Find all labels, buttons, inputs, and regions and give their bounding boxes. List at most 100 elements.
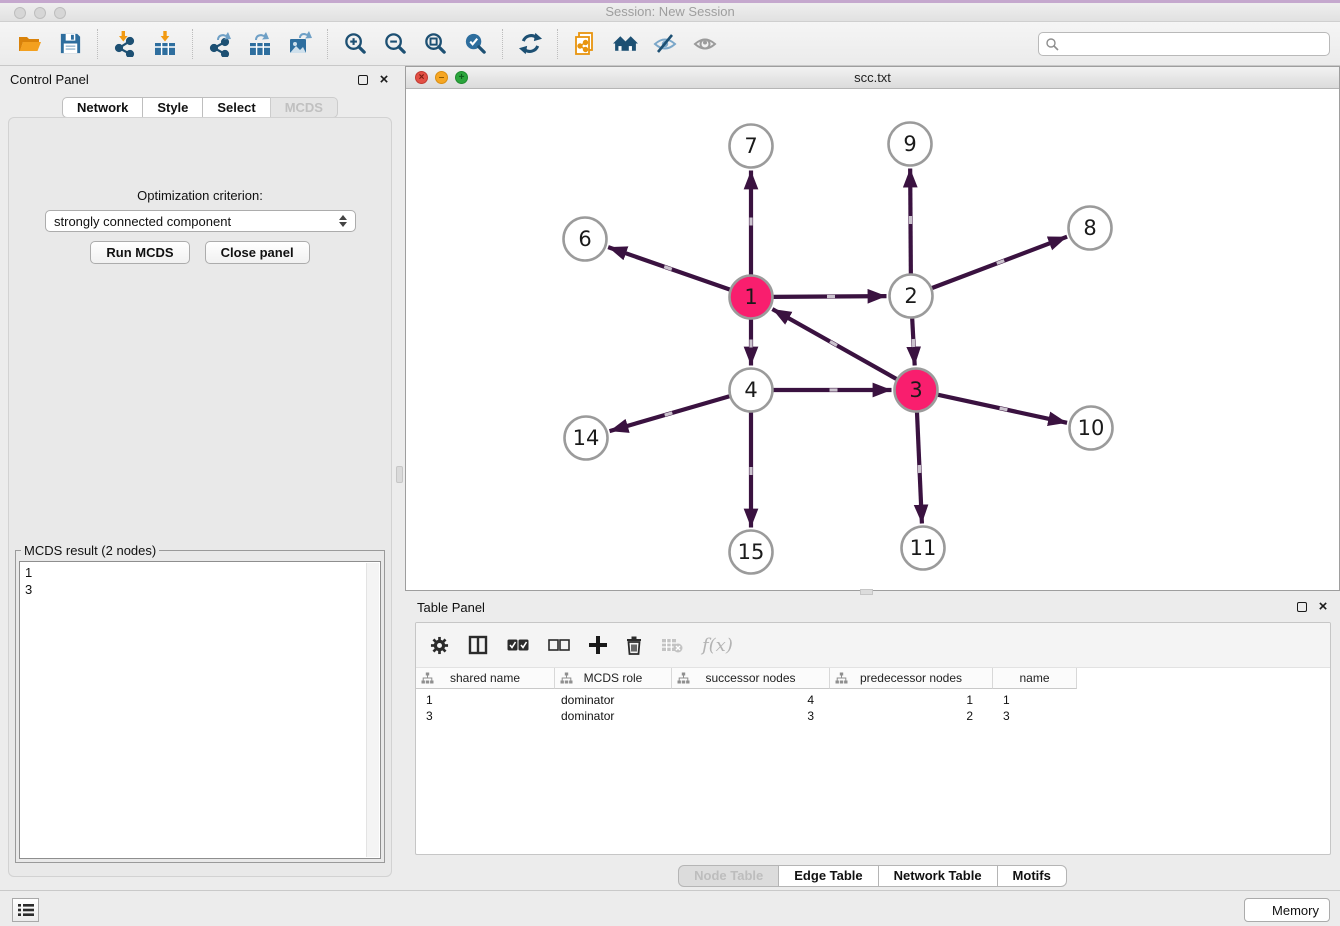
- first-neighbors-button[interactable]: [605, 26, 645, 62]
- table-toolbar: f(x): [416, 623, 1330, 668]
- tab-network-table[interactable]: Network Table: [878, 865, 998, 887]
- control-panel-tabs: Network Style Select MCDS: [0, 97, 400, 118]
- zoom-fit-button[interactable]: [415, 26, 455, 62]
- tab-style[interactable]: Style: [142, 97, 203, 118]
- edge-handle[interactable]: [827, 295, 835, 298]
- run-mcds-button[interactable]: Run MCDS: [90, 241, 189, 264]
- import-network-icon: [112, 31, 138, 57]
- maximize-view-icon[interactable]: +: [455, 71, 468, 84]
- edge-handle[interactable]: [830, 388, 838, 391]
- zoom-selected-button[interactable]: [455, 26, 495, 62]
- unselect-all-columns-button[interactable]: [548, 638, 570, 652]
- delete-table-button[interactable]: [661, 636, 683, 654]
- export-network-button[interactable]: [200, 26, 240, 62]
- app-minimize-button[interactable]: [34, 7, 46, 19]
- edge-handle[interactable]: [909, 216, 912, 224]
- fx-icon: f(x): [702, 635, 733, 656]
- table-cell[interactable]: 1: [830, 693, 993, 707]
- table-cell[interactable]: 1: [993, 693, 1077, 707]
- tab-node-table[interactable]: Node Table: [678, 865, 779, 887]
- memory-button[interactable]: Memory: [1244, 898, 1330, 922]
- save-session-button[interactable]: [50, 26, 90, 62]
- table-cell[interactable]: 3: [672, 709, 830, 723]
- apply-layout-button[interactable]: [510, 26, 550, 62]
- zoom-out-button[interactable]: [375, 26, 415, 62]
- graph-node-label: 9: [903, 132, 916, 156]
- table-cell[interactable]: 1: [416, 693, 555, 707]
- application-window: Session: New Session: [0, 0, 1340, 926]
- table-cell[interactable]: 4: [672, 693, 830, 707]
- minimize-view-icon[interactable]: –: [435, 71, 448, 84]
- tab-network[interactable]: Network: [62, 97, 143, 118]
- tab-select[interactable]: Select: [202, 97, 270, 118]
- export-image-button[interactable]: [280, 26, 320, 62]
- open-session-button[interactable]: [10, 26, 50, 62]
- network-window-titlebar[interactable]: × – + scc.txt: [406, 67, 1339, 89]
- control-panel-close-button[interactable]: ×: [377, 73, 391, 87]
- header-filler: [1077, 668, 1330, 689]
- edge-handle[interactable]: [749, 467, 752, 475]
- result-scrollbar[interactable]: [366, 563, 379, 857]
- tab-edge-table[interactable]: Edge Table: [778, 865, 878, 887]
- table-row[interactable]: 1dominator411: [416, 692, 1330, 708]
- table-cell[interactable]: 2: [830, 709, 993, 723]
- column-label: shared name: [450, 671, 520, 685]
- zoom-fit-icon: [423, 31, 448, 56]
- criterion-value: strongly connected component: [54, 214, 231, 229]
- list-icon: [18, 903, 34, 917]
- attribute-tree-icon: [421, 672, 434, 685]
- app-zoom-button[interactable]: [54, 7, 66, 19]
- network-canvas[interactable]: 7968124314101511: [406, 89, 1339, 590]
- column-header-mcds-role[interactable]: MCDS role: [555, 668, 672, 689]
- column-header-name[interactable]: name: [993, 668, 1077, 689]
- export-network-icon: [207, 31, 233, 57]
- function-builder-button[interactable]: f(x): [702, 635, 733, 656]
- table-cell[interactable]: dominator: [555, 693, 672, 707]
- plus-icon: [589, 636, 607, 654]
- toolbar-separator: [557, 29, 558, 59]
- zoom-in-button[interactable]: [335, 26, 375, 62]
- search-field: [1038, 32, 1330, 56]
- export-table-button[interactable]: [240, 26, 280, 62]
- edge-handle[interactable]: [918, 465, 922, 473]
- table-panel-float-button[interactable]: [1295, 600, 1309, 614]
- table-panel: Table Panel ×: [405, 595, 1340, 890]
- table-row[interactable]: 3dominator323: [416, 708, 1330, 724]
- criterion-select[interactable]: strongly connected component: [45, 210, 356, 232]
- show-task-history-button[interactable]: [12, 898, 39, 922]
- tab-motifs[interactable]: Motifs: [997, 865, 1067, 887]
- mcds-result-text[interactable]: 1 3: [19, 561, 381, 859]
- app-close-button[interactable]: [14, 7, 26, 19]
- table-panel-close-button[interactable]: ×: [1316, 600, 1330, 614]
- import-table-button[interactable]: [145, 26, 185, 62]
- main-toolbar: [0, 22, 1340, 66]
- column-header-shared-name[interactable]: shared name: [416, 668, 555, 689]
- app-titlebar: Session: New Session: [0, 0, 1340, 22]
- column-label: MCDS role: [584, 671, 643, 685]
- table-settings-button[interactable]: [430, 636, 449, 655]
- control-panel-float-button[interactable]: [356, 73, 370, 87]
- vertical-splitter-handle[interactable]: [396, 466, 403, 483]
- tab-mcds[interactable]: MCDS: [270, 97, 338, 118]
- column-header-predecessor-nodes[interactable]: predecessor nodes: [830, 668, 993, 689]
- select-all-columns-button[interactable]: [507, 638, 529, 652]
- new-network-from-selection-button[interactable]: [565, 26, 605, 62]
- show-all-button[interactable]: [685, 26, 725, 62]
- column-header-successor-nodes[interactable]: successor nodes: [672, 668, 830, 689]
- hide-selected-button[interactable]: [645, 26, 685, 62]
- edge-handle[interactable]: [749, 218, 752, 226]
- import-network-button[interactable]: [105, 26, 145, 62]
- close-view-icon[interactable]: ×: [415, 71, 428, 84]
- add-column-button[interactable]: [589, 636, 607, 654]
- table-cell[interactable]: 3: [416, 709, 555, 723]
- table-cell[interactable]: 3: [993, 709, 1077, 723]
- zoom-out-icon: [383, 31, 408, 56]
- edge-handle[interactable]: [749, 340, 752, 348]
- table-cell[interactable]: dominator: [555, 709, 672, 723]
- delete-column-button[interactable]: [626, 635, 642, 655]
- edge-handle[interactable]: [912, 339, 916, 347]
- close-panel-button[interactable]: Close panel: [205, 241, 310, 264]
- search-input[interactable]: [1064, 36, 1323, 51]
- control-panel: Control Panel × Network Style Select MCD…: [0, 66, 400, 890]
- show-columns-button[interactable]: [468, 635, 488, 655]
